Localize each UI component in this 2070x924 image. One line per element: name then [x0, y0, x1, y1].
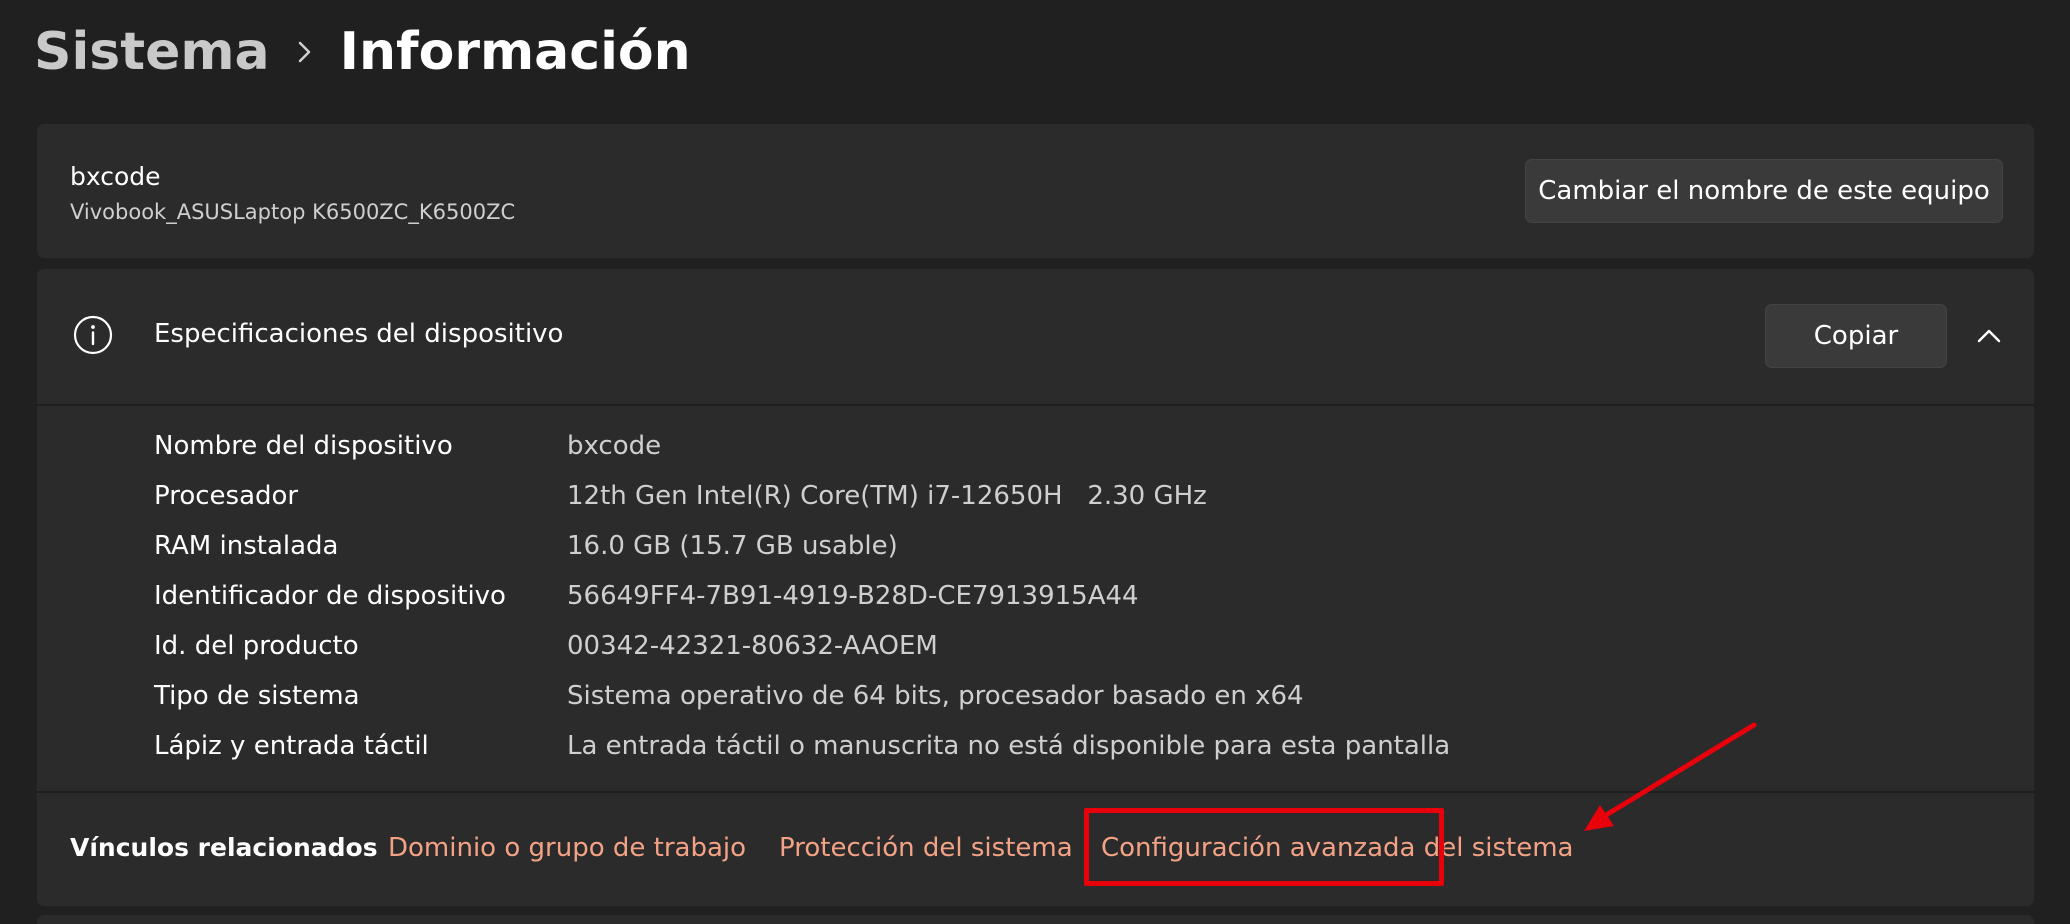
device-name-card: bxcode Vivobook_ASUSLaptop K6500ZC_K6500… [37, 124, 2034, 258]
spec-row-system-type: Tipo de sistema Sistema operativo de 64 … [154, 671, 1450, 721]
settings-page: Sistema Información bxcode Vivobook_ASUS… [0, 0, 2070, 924]
spec-label: Tipo de sistema [154, 681, 360, 711]
spec-label: RAM instalada [154, 531, 339, 561]
page-title: Información [339, 22, 691, 82]
spec-label: Lápiz y entrada táctil [154, 731, 429, 761]
breadcrumb-parent-sistema[interactable]: Sistema [34, 22, 270, 82]
link-advanced-system-settings[interactable]: Configuración avanzada del sistema [1101, 833, 1573, 863]
chevron-right-icon [270, 14, 340, 90]
spec-row-processor: Procesador 12th Gen Intel(R) Core(TM) i7… [154, 471, 1450, 521]
device-name: bxcode [70, 162, 161, 191]
spec-label: Identificador de dispositivo [154, 581, 506, 611]
spec-value: 00342-42321-80632-AAOEM [567, 631, 938, 661]
spec-row-product-id: Id. del producto 00342-42321-80632-AAOEM [154, 621, 1450, 671]
copy-button[interactable]: Copiar [1765, 304, 1947, 368]
spec-row-device-name: Nombre del dispositivo bxcode [154, 421, 1450, 471]
spec-label: Procesador [154, 481, 299, 511]
link-system-protection[interactable]: Protección del sistema [779, 833, 1073, 863]
spec-value: 12th Gen Intel(R) Core(TM) i7-12650H 2.3… [567, 481, 1207, 511]
device-model: Vivobook_ASUSLaptop K6500ZC_K6500ZC [70, 200, 516, 224]
related-links-bar: Vínculos relacionados Dominio o grupo de… [37, 791, 2034, 908]
spec-value: bxcode [567, 431, 662, 461]
link-domain-workgroup[interactable]: Dominio o grupo de trabajo [388, 833, 746, 863]
rename-pc-button[interactable]: Cambiar el nombre de este equipo [1525, 159, 2003, 223]
device-specs-header[interactable]: Especificaciones del dispositivo Copiar [37, 269, 2034, 406]
spec-row-device-id: Identificador de dispositivo 56649FF4-7B… [154, 571, 1450, 621]
device-specs-title: Especificaciones del dispositivo [154, 319, 564, 349]
spec-value: 16.0 GB (15.7 GB usable) [567, 531, 898, 561]
spec-value: La entrada táctil o manuscrita no está d… [567, 731, 1451, 761]
spec-row-ram: RAM instalada 16.0 GB (15.7 GB usable) [154, 521, 1450, 571]
spec-value: 56649FF4-7B91-4919-B28D-CE7913915A44 [567, 581, 1139, 611]
spec-list: Nombre del dispositivo bxcode Procesador… [154, 421, 1450, 771]
spec-value: Sistema operativo de 64 bits, procesador… [567, 681, 1304, 711]
breadcrumb: Sistema Información [34, 14, 691, 90]
spec-label: Nombre del dispositivo [154, 431, 453, 461]
spec-label: Id. del producto [154, 631, 359, 661]
chevron-up-icon[interactable] [1972, 319, 2006, 353]
info-icon [73, 315, 113, 355]
next-card-edge [37, 915, 2034, 924]
related-links-label: Vínculos relacionados [70, 833, 378, 862]
spec-row-pen-touch: Lápiz y entrada táctil La entrada táctil… [154, 721, 1450, 771]
device-specs-card: Especificaciones del dispositivo Copiar … [37, 269, 2034, 906]
